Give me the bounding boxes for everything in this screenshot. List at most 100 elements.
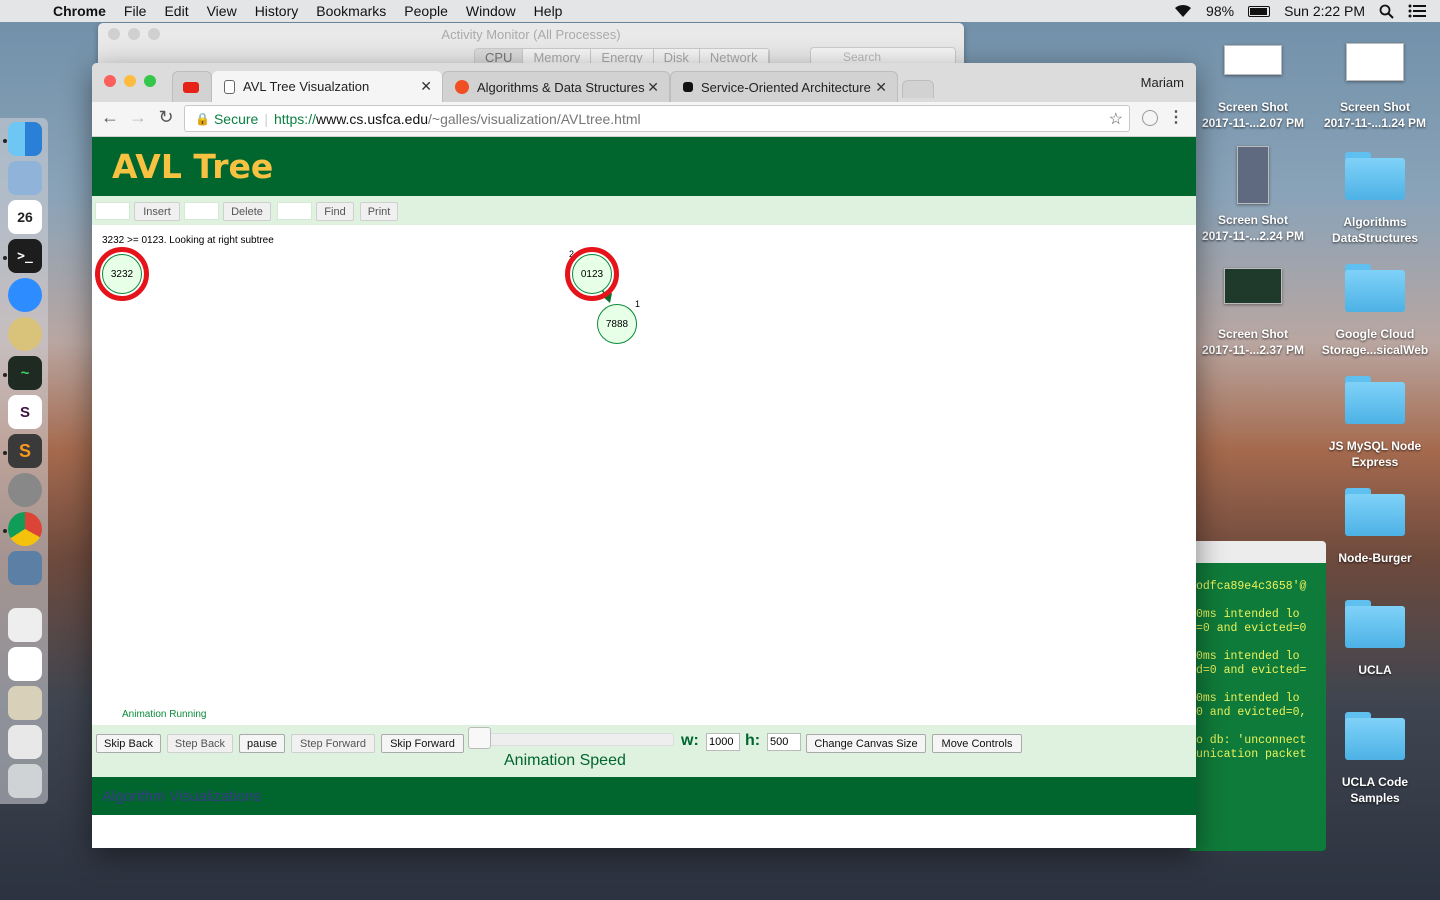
desktop-item-label: Algorithms: [1343, 215, 1407, 229]
new-tab-button[interactable]: [902, 80, 934, 98]
desktop-item[interactable]: Screen Shot 2017-11-...2.24 PM: [1193, 146, 1313, 244]
close-tab-icon[interactable]: ✕: [647, 79, 659, 96]
zoom-icon[interactable]: [8, 278, 42, 312]
skip-forward-button[interactable]: Skip Forward: [381, 734, 464, 753]
delete-button[interactable]: Delete: [223, 202, 271, 221]
menu-clock[interactable]: Sun 2:22 PM: [1284, 3, 1365, 19]
extension-icon[interactable]: [1142, 110, 1158, 126]
find-input[interactable]: [277, 202, 312, 220]
wifi-icon[interactable]: [1174, 4, 1192, 18]
node-value: 7888: [605, 318, 629, 330]
menu-file[interactable]: File: [115, 3, 156, 19]
tab-youtube-pinned[interactable]: [172, 71, 212, 102]
close-tab-icon[interactable]: ✕: [420, 78, 432, 95]
skip-back-button[interactable]: Skip Back: [96, 734, 161, 753]
notification-center-icon[interactable]: [1408, 4, 1426, 18]
tab-avl-tree[interactable]: AVL Tree Visualzation ✕: [212, 71, 442, 102]
preview-icon[interactable]: [8, 551, 42, 585]
change-canvas-size-button[interactable]: Change Canvas Size: [806, 734, 926, 753]
print-button[interactable]: Print: [360, 202, 398, 221]
tree-canvas[interactable]: 3232 >= 0123. Looking at right subtree 3…: [92, 225, 1196, 725]
menu-edit[interactable]: Edit: [155, 3, 197, 19]
blank-document-icon[interactable]: [8, 647, 42, 681]
sublime-text-icon[interactable]: S: [8, 434, 42, 468]
zoom-button[interactable]: [144, 75, 156, 87]
screenshot-stack-icon[interactable]: [8, 686, 42, 720]
back-arrow-icon[interactable]: ←: [98, 107, 122, 128]
menu-window[interactable]: Window: [457, 3, 525, 19]
document-stack-icon[interactable]: [8, 608, 42, 642]
desktop-item[interactable]: Algorithms DataStructures: [1315, 152, 1435, 246]
terminal-scrollbar[interactable]: [1314, 565, 1324, 847]
move-controls-button[interactable]: Move Controls: [932, 734, 1022, 753]
insert-button[interactable]: Insert: [134, 202, 180, 221]
menu-view[interactable]: View: [198, 3, 246, 19]
menu-app-name[interactable]: Chrome: [44, 3, 115, 19]
slack-icon[interactable]: S: [8, 395, 42, 429]
menu-bookmarks[interactable]: Bookmarks: [307, 3, 395, 19]
system-preferences-icon[interactable]: [8, 473, 42, 507]
forward-arrow-icon[interactable]: →: [126, 107, 150, 128]
battery-percent[interactable]: 98%: [1206, 3, 1234, 19]
activity-monitor-icon[interactable]: ~: [8, 356, 42, 390]
battery-icon[interactable]: [1248, 5, 1271, 17]
bookmark-star-icon[interactable]: ☆: [1109, 109, 1123, 129]
close-tab-icon[interactable]: ✕: [875, 79, 887, 96]
delete-input[interactable]: [184, 202, 219, 220]
step-back-button[interactable]: Step Back: [167, 734, 233, 753]
canvas-height-input[interactable]: 500: [767, 733, 801, 751]
animation-speed-slider[interactable]: [470, 733, 674, 746]
pause-button[interactable]: pause: [239, 734, 285, 753]
folder-icon: [1345, 264, 1405, 312]
slider-handle[interactable]: [468, 727, 491, 749]
desktop-item[interactable]: Screen Shot 2017-11-...2.37 PM: [1193, 268, 1313, 358]
desktop-item-label: Screen Shot: [1217, 100, 1289, 114]
page-footer: Algorithm Visualizations: [92, 777, 1196, 815]
insert-input[interactable]: [95, 202, 130, 220]
chrome-menu-icon[interactable]: ⋮: [1168, 107, 1184, 127]
close-button[interactable]: [108, 28, 120, 40]
tab-soa[interactable]: Service-Oriented Architecture ✕: [670, 71, 898, 102]
zoom-button[interactable]: [148, 28, 160, 40]
desktop-item[interactable]: Google Cloud Storage...sicalWeb: [1315, 264, 1435, 358]
chrome-icon[interactable]: [8, 512, 42, 546]
menu-help[interactable]: Help: [525, 3, 572, 19]
address-bar[interactable]: 🔒 Secure | https:// www.cs.usfca.edu /~g…: [184, 105, 1130, 132]
finder-icon[interactable]: [8, 122, 42, 156]
screenshot-thumbnail-icon: [1346, 43, 1404, 81]
algorithm-visualizations-link[interactable]: Algorithm Visualizations: [102, 788, 261, 805]
desktop-item[interactable]: UCLA Code Samples: [1315, 712, 1435, 806]
reload-icon[interactable]: ↻: [154, 107, 178, 128]
desktop-item[interactable]: Node-Burger: [1315, 488, 1435, 566]
desktop-item-label: Node-Burger: [1338, 551, 1412, 565]
menu-history[interactable]: History: [246, 3, 308, 19]
downloads-stack-icon[interactable]: [8, 725, 42, 759]
trash-icon[interactable]: [8, 764, 42, 798]
desktop-item-label: Google Cloud: [1335, 327, 1415, 341]
minimize-button[interactable]: [124, 75, 136, 87]
terminal-icon[interactable]: >_: [8, 239, 42, 273]
database-app-icon[interactable]: [8, 317, 42, 351]
calendar-icon[interactable]: 26: [8, 200, 42, 234]
minimize-button[interactable]: [128, 28, 140, 40]
launchpad-icon[interactable]: [8, 161, 42, 195]
desktop-item[interactable]: Screen Shot 2017-11-...1.24 PM: [1315, 43, 1435, 131]
terminal-titlebar[interactable]: [1190, 541, 1326, 563]
find-button[interactable]: Find: [316, 202, 354, 221]
desktop-item[interactable]: Screen Shot 2017-11-...2.07 PM: [1193, 45, 1313, 131]
highlight-ring: [95, 247, 149, 301]
tree-node[interactable]: 7888: [597, 304, 637, 344]
spotlight-search-icon[interactable]: [1379, 4, 1394, 19]
page-header: AVL Tree: [92, 137, 1196, 196]
step-forward-button[interactable]: Step Forward: [291, 734, 375, 753]
close-button[interactable]: [104, 75, 116, 87]
window-controls: [108, 28, 160, 40]
desktop-item[interactable]: UCLA: [1315, 600, 1435, 678]
desktop-item[interactable]: JS MySQL Node Express: [1315, 376, 1435, 470]
terminal-window[interactable]: odfca89e4c3658'@ 0ms intended lo =0 and …: [1190, 541, 1326, 851]
canvas-width-input[interactable]: 1000: [706, 733, 740, 751]
highlight-ring: [565, 247, 619, 301]
menu-people[interactable]: People: [395, 3, 457, 19]
profile-name[interactable]: Mariam: [1141, 75, 1184, 90]
tab-algorithms[interactable]: Algorithms & Data Structures ✕: [442, 71, 670, 102]
